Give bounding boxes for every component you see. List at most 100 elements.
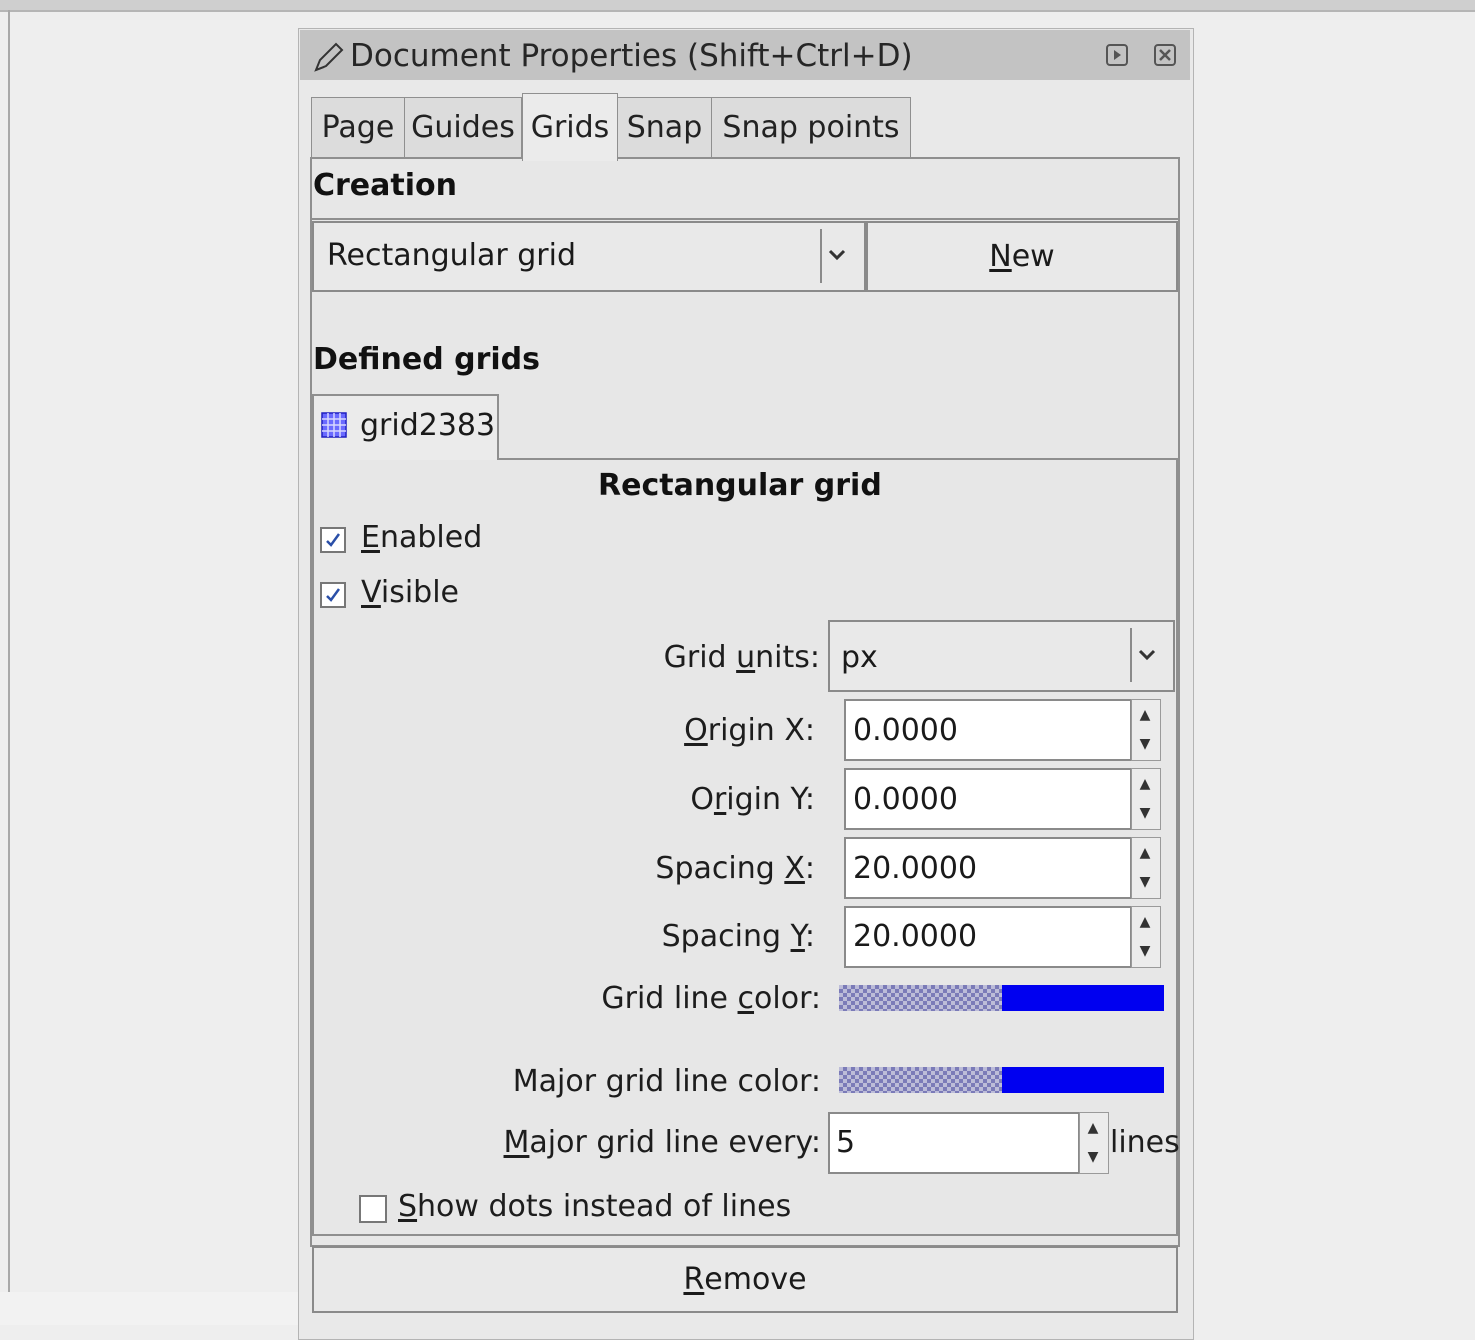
grid-type-select-value: Rectangular grid [327,238,577,273]
major-every-label: Major grid line every: [504,1125,821,1160]
alpha-swatch [839,985,1002,1011]
major-grid-line-color-button[interactable] [839,1067,1164,1093]
grid-units-accel: u [736,640,756,675]
check-icon [326,533,341,547]
stepper-up-icon[interactable]: ▲ [1132,769,1158,798]
tab-grids[interactable]: Grids [522,93,618,161]
grid-line-color-button[interactable] [839,985,1164,1011]
color-swatch [1002,1067,1164,1093]
origin-y-pre: O [690,782,714,817]
origin-y-accel: r [713,782,727,817]
grid-units-value: px [841,640,878,675]
origin-x-value: 0.0000 [853,713,958,748]
tab-grids-label: Grids [530,110,610,145]
new-button-rest: ew [1011,239,1055,274]
stepper-up-icon[interactable]: ▲ [1132,838,1158,867]
stepper-down-icon[interactable]: ▼ [1132,729,1158,758]
window-frame-left [8,10,10,1292]
major-every-stepper[interactable]: ▲ ▼ [1079,1112,1109,1174]
dock-icon[interactable] [1106,44,1128,66]
origin-y-stepper[interactable]: ▲ ▼ [1131,768,1161,830]
show-dots-rest: how dots instead of lines [417,1189,792,1224]
grid-line-color-label: Grid line color: [601,981,821,1016]
close-icon[interactable] [1154,44,1176,66]
stepper-up-icon[interactable]: ▲ [1080,1113,1106,1142]
remove-button[interactable]: Remove [312,1246,1178,1313]
new-button-accel: N [989,239,1012,274]
dialog-title: Document Properties (Shift+Ctrl+D) [350,38,913,74]
combo-separator [1130,628,1132,682]
tab-snap-label: Snap [626,110,703,145]
tab-page[interactable]: Page [311,97,405,157]
tab-snap-points[interactable]: Snap points [711,97,911,157]
tab-guides[interactable]: Guides [404,97,522,157]
origin-x-post: rigin X: [707,713,815,748]
combo-separator [820,229,822,283]
grid-units-pre: Grid [663,640,737,675]
major-every-post: ajor grid line every: [529,1125,821,1160]
chevron-down-icon [828,249,846,261]
stepper-down-icon[interactable]: ▼ [1080,1142,1106,1171]
defined-grids-heading: Defined grids [313,342,540,377]
window-frame-top [0,0,1475,12]
stepper-up-icon[interactable]: ▲ [1132,700,1158,729]
origin-y-post: igin Y: [726,782,815,817]
spacing-y-stepper[interactable]: ▲ ▼ [1131,906,1161,968]
stepper-up-icon[interactable]: ▲ [1132,907,1158,936]
spacing-y-label: Spacing Y: [662,919,815,954]
chevron-down-icon [1138,649,1156,661]
spacing-x-label: Spacing X: [655,851,815,886]
major-color-pre: Major grid line [512,1064,738,1099]
pen-icon [314,42,344,72]
major-color-post: color: [737,1064,821,1099]
spacing-y-post: : [804,919,815,954]
grid-line-color-accel: c [737,981,755,1016]
origin-y-label: Origin Y: [690,782,815,817]
grid-units-post: nits: [755,640,820,675]
stepper-down-icon[interactable]: ▼ [1132,867,1158,896]
visible-rest: isible [380,575,460,610]
major-every-suffix: lines [1110,1125,1180,1160]
origin-x-accel: O [684,713,708,748]
creation-heading: Creation [313,168,457,203]
bottom-left-background [0,1292,298,1325]
spacing-x-stepper[interactable]: ▲ ▼ [1131,837,1161,899]
visible-checkbox[interactable] [320,582,346,608]
major-every-accel: M [503,1125,530,1160]
color-swatch [1002,985,1164,1011]
enabled-checkbox[interactable] [320,527,346,553]
spacing-x-accel: X [784,851,805,886]
creation-divider [312,218,1178,220]
show-dots-checkbox[interactable] [359,1195,387,1223]
grid-units-label: Grid units: [664,640,820,675]
origin-x-stepper[interactable]: ▲ ▼ [1131,699,1161,761]
tab-snap-points-label: Snap points [722,110,900,145]
alpha-swatch [839,1067,1002,1093]
stepper-down-icon[interactable]: ▼ [1132,798,1158,827]
grid-tab-label: grid2383 [360,408,496,443]
spacing-y-pre: Spacing [661,919,791,954]
enabled-rest: nabled [379,520,483,555]
panel-title: Rectangular grid [598,468,882,503]
grid-line-color-pre: Grid line [601,981,738,1016]
grid-units-select[interactable] [828,620,1175,692]
spacing-x-value: 20.0000 [853,851,978,886]
stepper-down-icon[interactable]: ▼ [1132,936,1158,965]
remove-accel: R [683,1262,705,1297]
major-every-input[interactable] [828,1112,1080,1174]
tab-page-label: Page [321,110,395,145]
origin-y-value: 0.0000 [853,782,958,817]
grid-line-color-post: olor: [754,981,821,1016]
major-grid-line-color-label: Major grid line color: [513,1064,821,1099]
enabled-label[interactable]: Enabled [361,520,482,555]
tab-snap[interactable]: Snap [617,97,712,157]
spacing-y-value: 20.0000 [853,919,978,954]
spacing-x-pre: Spacing [655,851,785,886]
spacing-y-accel: Y [790,919,805,954]
visible-label[interactable]: Visible [361,575,459,610]
show-dots-label[interactable]: Show dots instead of lines [398,1189,791,1224]
tab-guides-label: Guides [411,110,515,145]
spacing-x-post: : [804,851,815,886]
new-grid-button[interactable]: New [866,221,1178,292]
visible-accel: V [361,575,381,610]
